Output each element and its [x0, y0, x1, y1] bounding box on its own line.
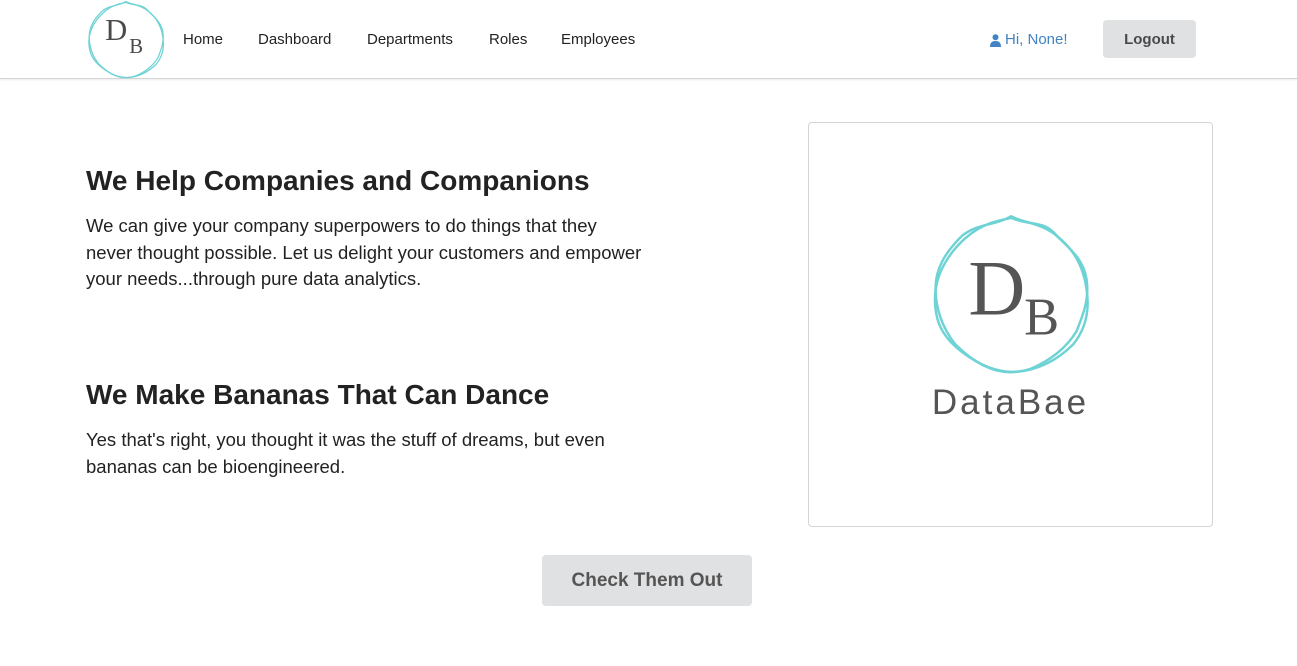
nav-item-departments[interactable]: Departments [367, 30, 453, 50]
top-navbar: D B Home Dashboard Departments Roles Emp… [0, 0, 1297, 79]
section-body-companies: We can give your company superpowers to … [86, 215, 642, 289]
svg-text:D: D [105, 13, 127, 47]
nav-item-home[interactable]: Home [183, 30, 223, 50]
databae-logo-icon[interactable]: D B [86, 0, 166, 80]
brand-name: DataBae [931, 383, 1090, 422]
nav-item-employees[interactable]: Employees [561, 30, 635, 50]
check-them-out-button[interactable]: Check Them Out [542, 555, 752, 606]
svg-text:B: B [129, 35, 143, 58]
nav-item-roles[interactable]: Roles [489, 30, 527, 50]
greeting-text: Hi, None! [1005, 31, 1068, 48]
brand-logo-card: D B DataBae [808, 122, 1213, 527]
user-icon [990, 33, 1001, 47]
user-greeting[interactable]: Hi, None! [990, 30, 1068, 50]
section-heading-companies: We Help Companies and Companions [86, 165, 590, 196]
svg-text:D: D [968, 246, 1025, 333]
svg-text:B: B [1024, 288, 1059, 346]
section-heading-bananas: We Make Bananas That Can Dance [86, 379, 550, 410]
databae-large-logo-icon: D B [933, 214, 1089, 374]
section-body-bananas: Yes that's right, you thought it was the… [86, 429, 605, 477]
nav-item-dashboard[interactable]: Dashboard [258, 30, 331, 50]
logout-button[interactable]: Logout [1103, 20, 1196, 58]
